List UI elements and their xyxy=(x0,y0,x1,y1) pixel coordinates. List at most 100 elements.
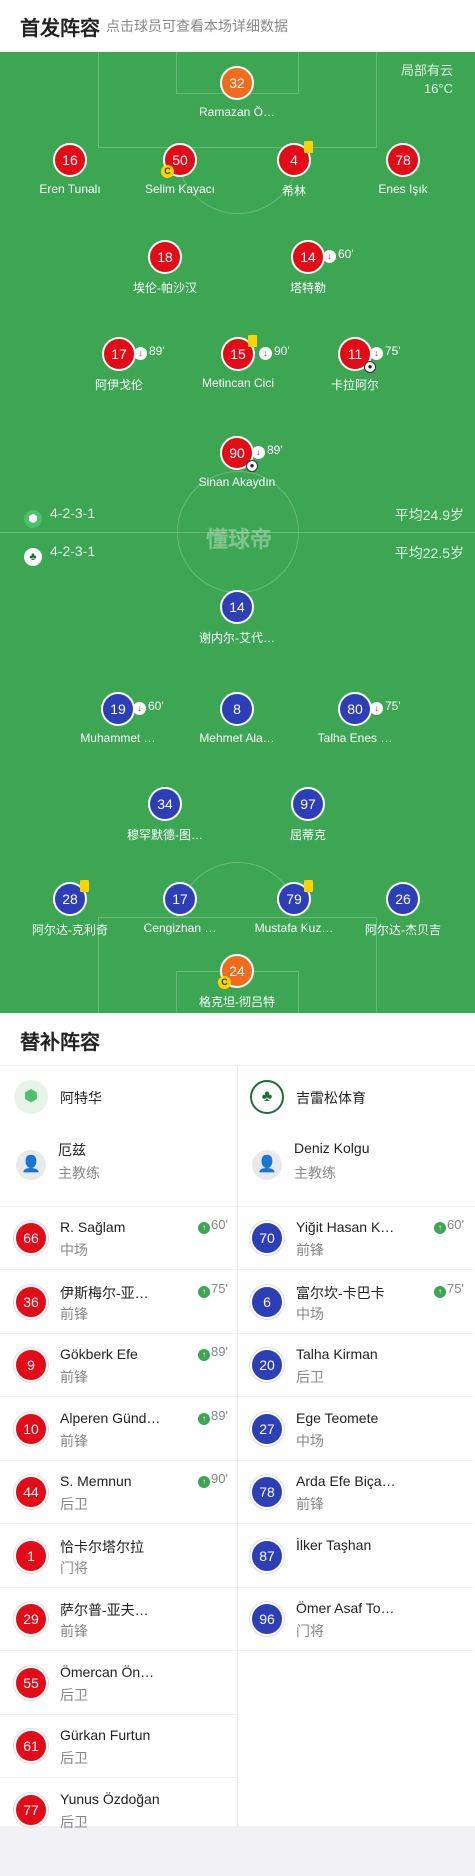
home-avg-age: 平均24.9岁 xyxy=(394,507,464,523)
sub-off-minute: 90' xyxy=(274,344,290,358)
sub-off-marker: ↓ 60' xyxy=(323,239,354,269)
player-number-badge: 80 ↓ 75' xyxy=(338,692,401,726)
away-player[interactable]: 14 谢内尔-艾代… xyxy=(172,590,302,646)
away-sub-row[interactable]: 70 Yiğit Hasan K… 前锋 ↑ 60' xyxy=(236,1207,474,1270)
away-player[interactable]: 26 阿尔达-杰贝吉 xyxy=(338,882,468,938)
home-player[interactable]: 90 ● ↓ 89' Sinan Akaydın xyxy=(172,436,302,489)
away-team-logo-icon: ♣ xyxy=(250,1080,284,1114)
home-sub-row[interactable]: 29 萨尔普-亚夫… 前锋 xyxy=(0,1588,238,1651)
home-team-logo-icon: ⬢ xyxy=(14,1080,48,1114)
home-player[interactable]: 50 C Selim Kayacı xyxy=(115,143,245,196)
home-player[interactable]: 18 埃伦-帕沙汉 xyxy=(100,240,230,296)
player-number: 16 xyxy=(62,152,78,168)
sub-position: 门将 xyxy=(296,1623,324,1639)
player-number-badge: 34 xyxy=(148,787,182,821)
away-player[interactable]: 24 C 格克坦-彻吕特 xyxy=(172,954,302,1010)
home-coach-name: 厄兹 xyxy=(58,1142,86,1158)
sub-on-icon: ↑ xyxy=(198,1222,211,1234)
player-number-badge: 14 ↓ 60' xyxy=(291,240,354,274)
player-number-badge: 11 ● ↓ 75' xyxy=(338,337,401,373)
sub-on-minute: 75' xyxy=(211,1280,228,1296)
home-player[interactable]: 32 Ramazan Ö… xyxy=(172,66,302,119)
sub-off-marker: ↓ 75' xyxy=(370,691,401,721)
player-name: 阿伊戈伦 xyxy=(94,378,143,392)
home-formation: 4-2-3-1 xyxy=(50,505,96,521)
sub-on-marker: ↑ 75' xyxy=(434,1281,464,1298)
sub-on-minute: 90' xyxy=(211,1471,228,1486)
pitch: 懂球帝 局部有云 16°C ⬢ 4-2-3-1 平均24.9岁 ♣ 4-2-3-1 … xyxy=(0,52,475,1013)
sub-off-minute: 89' xyxy=(267,443,283,457)
away-sub-row[interactable]: 27 Ege Teomete 中场 xyxy=(236,1398,474,1461)
away-sub-row[interactable]: 96 Ömer Asaf To… 门将 xyxy=(236,1588,474,1651)
player-number-badge: 32 xyxy=(220,66,254,100)
home-sub-row[interactable]: 66 R. Sağlam 中场 ↑ 60' xyxy=(0,1207,238,1270)
sub-on-icon: ↑ xyxy=(434,1285,447,1298)
sub-number-badge: 6 xyxy=(250,1284,284,1319)
home-sub-row[interactable]: 36 伊斯梅尔-亚… 前锋 ↑ 75' xyxy=(0,1271,238,1334)
sub-off-marker: ↓ 60' xyxy=(133,691,164,721)
player-number: 32 xyxy=(229,75,245,91)
player-number-badge: 90 ● ↓ 89' xyxy=(220,436,283,472)
away-player[interactable]: 34 穆罕默德-图… xyxy=(100,787,230,843)
home-sub-row[interactable]: 55 Ömercan Ön… 后卫 xyxy=(0,1652,238,1715)
sub-name: Yiğit Hasan K… xyxy=(296,1219,395,1235)
away-sub-row[interactable]: 6 富尔坎-卡巴卡 中场 ↑ 75' xyxy=(236,1271,474,1334)
player-number-badge: 17 ↓ 89' xyxy=(102,337,165,371)
home-player[interactable]: 15 ↓ 90' Metincan Cici xyxy=(173,335,303,390)
home-sub-row[interactable]: 61 Gürkan Furtun 后卫 xyxy=(0,1715,238,1778)
sub-off-marker: ↓ 89' xyxy=(134,336,165,366)
player-number: 90 xyxy=(229,445,245,461)
sub-number-badge: 20 xyxy=(250,1348,284,1382)
player-number-badge: 79 xyxy=(277,880,313,916)
home-player[interactable]: 14 ↓ 60' 塔特勒 xyxy=(243,240,373,296)
sub-number-badge: 66 xyxy=(14,1221,48,1255)
away-coach-role: 主教练 xyxy=(294,1165,336,1181)
sub-position: 前锋 xyxy=(60,1305,88,1322)
player-name: Ramazan Ö… xyxy=(198,105,276,119)
away-player[interactable]: 17 Cengizhan … xyxy=(115,882,245,935)
lineup-header: 首发阵容 点击球员可查看本场详细数据 xyxy=(0,0,475,52)
home-sub-row[interactable]: 1 恰卡尔塔尔拉 门将 xyxy=(0,1525,238,1588)
sub-on-minute: 89' xyxy=(211,1407,228,1423)
home-sub-row[interactable]: 10 Alperen Günd… 前锋 ↑ 89' xyxy=(0,1398,238,1461)
sub-on-marker: ↑ 60' xyxy=(434,1217,464,1234)
home-team-name: 阿特华 xyxy=(60,1090,102,1106)
player-number: 18 xyxy=(157,249,173,265)
home-sub-row[interactable]: 9 Gökberk Efe 前锋 ↑ 89' xyxy=(0,1334,238,1397)
home-player[interactable]: 78 Enes Işık xyxy=(338,143,468,196)
sub-position: 中场 xyxy=(296,1305,324,1322)
sub-name: 富尔坎-卡巴卡 xyxy=(296,1284,385,1301)
home-player[interactable]: 17 ↓ 89' 阿伊戈伦 xyxy=(54,337,184,393)
sub-off-icon: ↓ xyxy=(323,250,336,263)
away-player[interactable]: 97 屈蒂克 xyxy=(243,787,373,843)
sub-position: 前锋 xyxy=(60,1432,88,1449)
player-number-badge: 97 xyxy=(291,787,325,821)
sub-name: R. Sağlam xyxy=(60,1219,126,1235)
temperature: 16°C xyxy=(423,81,453,96)
away-player[interactable]: 8 Mehmet Ala… xyxy=(172,692,302,745)
sub-position: 后卫 xyxy=(60,1496,88,1512)
home-sub-row[interactable]: 44 S. Memnun 后卫 ↑ 90' xyxy=(0,1461,238,1524)
sub-on-icon: ↑ xyxy=(198,1412,211,1425)
divider xyxy=(236,1650,474,1651)
away-player[interactable]: 19 ↓ 60' Muhammet … xyxy=(53,692,183,745)
player-number: 11 xyxy=(347,346,363,362)
away-sub-row[interactable]: 20 Talha Kirman 后卫 xyxy=(236,1334,474,1397)
player-name: 卡拉阿尔 xyxy=(330,378,379,392)
sub-number-badge: 29 xyxy=(14,1602,48,1636)
sub-position: 后卫 xyxy=(60,1750,88,1766)
home-player[interactable]: 11 ● ↓ 75' 卡拉阿尔 xyxy=(290,337,420,393)
sub-name: Gökberk Efe xyxy=(60,1346,138,1362)
sub-position: 中场 xyxy=(296,1432,324,1449)
sub-number-badge: 55 xyxy=(14,1665,48,1700)
away-sub-row[interactable]: 87 İlker Taşhan xyxy=(236,1525,474,1588)
sub-number-badge: 36 xyxy=(14,1284,48,1319)
lineup-subtitle: 点击球员可查看本场详细数据 xyxy=(106,18,288,34)
away-player[interactable]: 80 ↓ 75' Talha Enes … xyxy=(290,692,420,745)
home-sub-row[interactable]: 77 Yunus Özdoğan 后卫 xyxy=(0,1779,238,1842)
sub-position: 后卫 xyxy=(296,1369,324,1385)
away-sub-row[interactable]: 78 Arda Efe Biça… 前锋 xyxy=(236,1461,474,1524)
player-number: 78 xyxy=(395,152,411,168)
yellow-card-icon xyxy=(304,141,313,153)
player-number-badge: 4 xyxy=(277,141,313,177)
